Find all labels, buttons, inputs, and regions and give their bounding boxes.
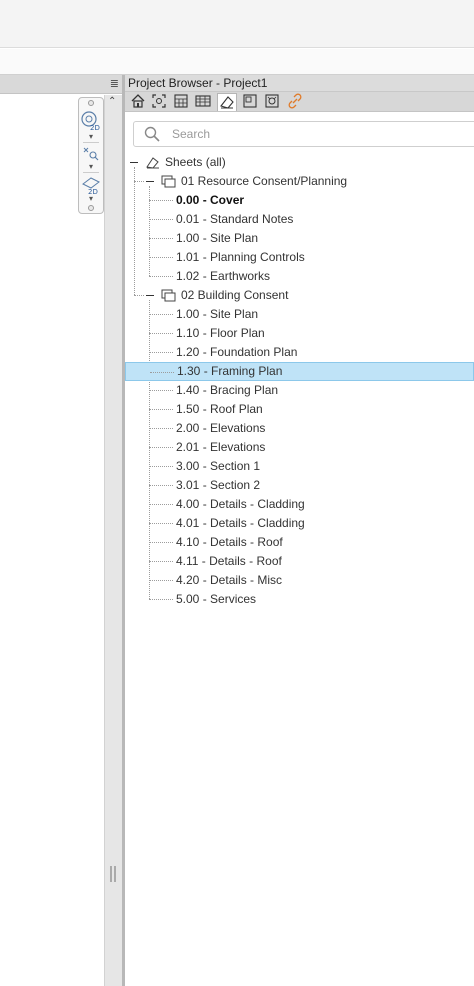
tree-item[interactable]: 1.30 - Framing Plan [125, 362, 474, 381]
views-icon[interactable] [240, 93, 260, 111]
chevron-down-icon[interactable]: ▾ [79, 194, 103, 203]
tree-item-label: 1.00 - Site Plan [176, 307, 259, 321]
schedule-icon[interactable] [171, 93, 191, 111]
collapse-icon[interactable] [146, 181, 154, 182]
links-icon[interactable] [285, 93, 305, 111]
tree-group-label: 02 Building Consent [181, 288, 289, 302]
nav-bar-bottom-handle[interactable] [88, 205, 94, 211]
tree-item[interactable]: 1.00 - Site Plan [125, 305, 474, 324]
tree-item[interactable]: 2.00 - Elevations [125, 419, 474, 438]
chevron-down-icon[interactable]: ▾ [79, 132, 103, 141]
sheets-icon[interactable] [217, 93, 237, 111]
tree-item-label: 1.30 - Framing Plan [177, 364, 283, 378]
sheet-group-icon [161, 289, 177, 302]
drawing-canvas[interactable] [0, 95, 104, 986]
scope-box-icon[interactable] [149, 93, 169, 111]
tree-item[interactable]: 4.00 - Details - Cladding [125, 495, 474, 514]
collapse-icon[interactable] [130, 162, 138, 163]
tree-item-label: 3.00 - Section 1 [176, 459, 261, 473]
tree-item[interactable]: 4.11 - Details - Roof [125, 552, 474, 571]
families-icon[interactable] [262, 93, 282, 111]
tree-item-label: 2.01 - Elevations [176, 440, 266, 454]
tree-item[interactable]: 1.50 - Roof Plan [125, 400, 474, 419]
sheet-group-icon [161, 175, 177, 188]
tree-item[interactable]: 1.00 - Site Plan [125, 229, 474, 248]
tree-item[interactable]: 1.02 - Earthworks [125, 267, 474, 286]
navigation-bar: 2D ▾ ▾ 2D ▾ [78, 97, 104, 214]
tree-root-sheets[interactable]: Sheets (all) [125, 153, 474, 172]
tree-item-label: 4.11 - Details - Roof [176, 554, 282, 568]
tree-item-label: 4.20 - Details - Misc [176, 573, 283, 587]
tree-root-label: Sheets (all) [165, 155, 226, 169]
tree-item[interactable]: 1.40 - Bracing Plan [125, 381, 474, 400]
collapse-icon[interactable] [146, 295, 154, 296]
tree-item-label: 1.02 - Earthworks [176, 269, 271, 283]
search-box[interactable] [133, 121, 474, 147]
tree-group[interactable]: 02 Building Consent [125, 286, 474, 305]
home-view-icon[interactable] [128, 93, 148, 111]
search-input[interactable] [172, 125, 462, 143]
chevron-down-icon[interactable]: ▾ [79, 162, 103, 171]
tree-item[interactable]: 1.20 - Foundation Plan [125, 343, 474, 362]
project-browser-tree-panel: Sheets (all) 01 Resource Consent/Planning… [125, 112, 474, 986]
table-icon[interactable] [193, 93, 213, 111]
tree-item-label: 4.01 - Details - Cladding [176, 516, 305, 530]
tree-group[interactable]: 01 Resource Consent/Planning [125, 172, 474, 191]
tree-item-label: 5.00 - Services [176, 592, 257, 606]
tree-item-label: 4.10 - Details - Roof [176, 535, 283, 549]
tree-item-label: 0.01 - Standard Notes [176, 212, 294, 226]
svg-text:2D: 2D [90, 124, 100, 132]
project-browser-toolbar [125, 92, 474, 112]
tree-item[interactable]: 4.10 - Details - Roof [125, 533, 474, 552]
tree-item[interactable]: 1.01 - Planning Controls [125, 248, 474, 267]
tree-item-label: 1.20 - Foundation Plan [176, 345, 298, 359]
tree-item[interactable]: 0.01 - Standard Notes [125, 210, 474, 229]
tree-item[interactable]: 3.01 - Section 2 [125, 476, 474, 495]
tree-item-label: 1.50 - Roof Plan [176, 402, 263, 416]
tree-item-label: 1.00 - Site Plan [176, 231, 259, 245]
tree-item-label: 1.40 - Bracing Plan [176, 383, 279, 397]
tree-group-label: 01 Resource Consent/Planning [181, 174, 348, 188]
pin-icon[interactable]: ≣ [110, 77, 119, 90]
scroll-up-arrow-icon[interactable]: ⌃ [108, 96, 116, 107]
tree-item[interactable]: 1.10 - Floor Plan [125, 324, 474, 343]
tree-item-label: 0.00 - Cover [176, 193, 245, 207]
tree-item[interactable]: 0.00 - Cover [125, 191, 474, 210]
vertical-scrollbar[interactable]: ⌃ [104, 95, 122, 986]
tree-item[interactable]: 4.01 - Details - Cladding [125, 514, 474, 533]
project-browser-title: Project Browser - Project1 [128, 76, 268, 90]
ribbon-area [0, 0, 474, 48]
tree-item[interactable]: 4.20 - Details - Misc [125, 571, 474, 590]
tree-item-label: 1.10 - Floor Plan [176, 326, 265, 340]
scrollbar-grip[interactable] [110, 866, 116, 882]
nav-bar-top-handle[interactable] [88, 100, 94, 106]
view-tab-header: ≣ [0, 75, 124, 94]
options-bar [0, 49, 474, 75]
sheet-icon [145, 156, 161, 169]
search-icon [143, 125, 161, 143]
project-browser-header: Project Browser - Project1 [125, 75, 474, 92]
tree-item-label: 2.00 - Elevations [176, 421, 266, 435]
tree-item[interactable]: 3.00 - Section 1 [125, 457, 474, 476]
tree-item[interactable]: 5.00 - Services [125, 590, 474, 609]
tree-item[interactable]: 2.01 - Elevations [125, 438, 474, 457]
tree-item-label: 3.01 - Section 2 [176, 478, 261, 492]
tree-item-label: 4.00 - Details - Cladding [176, 497, 305, 511]
tree-item-label: 1.01 - Planning Controls [176, 250, 305, 264]
